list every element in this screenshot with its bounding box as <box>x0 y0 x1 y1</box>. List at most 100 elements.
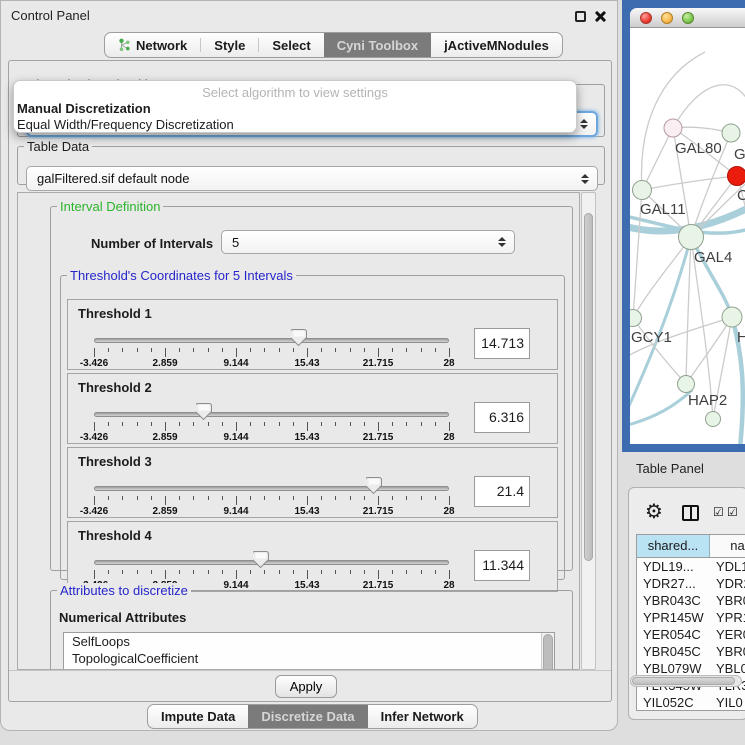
slider-scale-label: 15.43 <box>294 432 319 443</box>
threshold-slider-thumb[interactable] <box>291 329 307 346</box>
slider-tick <box>293 570 294 574</box>
float-window-icon[interactable] <box>575 11 586 22</box>
slider-tick <box>122 422 123 426</box>
tab-label: Infer Network <box>381 709 464 724</box>
slider-tick <box>222 422 223 426</box>
network-node-h[interactable] <box>722 307 742 327</box>
network-node-gal4[interactable] <box>679 225 704 250</box>
network-node-gcy1[interactable] <box>630 310 642 327</box>
table-rows: YDL19...YDL1YDR27...YDR2YBR043CYBR0YPR14… <box>637 558 745 710</box>
gear-icon[interactable]: ⚙ <box>645 501 663 521</box>
slider-tick <box>321 570 322 574</box>
network-window-titlebar[interactable] <box>630 8 745 28</box>
network-node-gal80[interactable] <box>664 119 682 137</box>
slider-scale-label: -3.426 <box>80 506 108 517</box>
tab-impute-data[interactable]: Impute Data <box>148 705 248 728</box>
network-node[interactable] <box>706 412 721 427</box>
threshold-slider-track[interactable] <box>94 412 449 417</box>
apply-button[interactable]: Apply <box>275 675 337 698</box>
column-header-name[interactable]: na <box>710 535 745 557</box>
table-row[interactable]: YPR145WYPR1 <box>637 609 745 626</box>
threshold-value-field[interactable]: 14.713 <box>474 328 530 359</box>
slider-tick <box>435 348 436 352</box>
number-of-intervals-select[interactable]: 5 <box>221 230 515 254</box>
network-canvas[interactable]: GAL80GACGAL11GAL4GCY1HHAP2 <box>630 28 745 444</box>
table-row[interactable]: YER054CYER0 <box>637 626 745 643</box>
threshold-panel-3: Threshold 3-3.4262.8599.14415.4321.71528… <box>67 447 558 518</box>
column-header-shared-name[interactable]: shared... <box>637 535 710 557</box>
list-scrollbar-thumb[interactable] <box>543 634 553 670</box>
slider-tick <box>264 348 265 352</box>
slider-tick <box>321 348 322 352</box>
threshold-slider-track[interactable] <box>94 560 449 565</box>
tab-style[interactable]: Style <box>201 33 258 57</box>
tab-select[interactable]: Select <box>259 33 323 57</box>
close-window-icon[interactable] <box>594 10 607 23</box>
attributes-group: Attributes to discretize Numerical Attri… <box>50 583 573 670</box>
algorithm-option-manual-discretization[interactable]: Manual Discretization <box>17 101 579 117</box>
threshold-value-field[interactable]: 21.4 <box>474 476 530 507</box>
checkbox-checked-icon[interactable]: ☑ <box>727 505 738 519</box>
thresholds-group-label: Threshold's Coordinates for 5 Intervals <box>67 268 296 283</box>
cell-shared-name: YPR145W <box>637 609 710 626</box>
cell-shared-name: YBR043C <box>637 592 710 609</box>
slider-tick <box>421 422 422 426</box>
tab-cyni-toolbox[interactable]: Cyni Toolbox <box>324 33 431 57</box>
slider-scale-label: 21.715 <box>363 506 394 517</box>
threshold-slider-track[interactable] <box>94 486 449 491</box>
tab-discretize-data[interactable]: Discretize Data <box>248 705 367 728</box>
column-layout-icon[interactable] <box>682 505 699 521</box>
tab-network[interactable]: Network <box>105 33 200 57</box>
network-node-ga[interactable] <box>722 124 740 142</box>
slider-tick <box>193 422 194 426</box>
slider-tick <box>122 348 123 352</box>
settings-scroll-area: Interval Definition Number of Intervals … <box>17 192 580 670</box>
table-row[interactable]: YDL19...YDL1 <box>637 558 745 575</box>
algorithm-option-equal-width-frequency-discretization[interactable]: Equal Width/Frequency Discretization <box>17 117 579 133</box>
table-data-select[interactable]: galFiltered.sif default node <box>26 166 598 191</box>
slider-tick <box>307 348 308 357</box>
threshold-slider-track[interactable] <box>94 338 449 343</box>
slider-tick <box>378 570 379 579</box>
table-horizontal-scrollbar[interactable] <box>630 675 742 687</box>
vertical-scrollbar[interactable] <box>581 192 596 670</box>
threshold-value-field[interactable]: 11.344 <box>474 550 530 581</box>
table-horizontal-scrollbar-thumb[interactable] <box>632 677 735 685</box>
tab-infer-network[interactable]: Infer Network <box>368 705 477 728</box>
network-node-c[interactable] <box>728 167 745 186</box>
checkbox-checked-icon[interactable]: ☑ <box>713 505 724 519</box>
node-label-gal80: GAL80 <box>675 140 722 157</box>
table-row[interactable]: YBR045CYBR0 <box>637 643 745 660</box>
slider-tick <box>122 570 123 574</box>
table-row[interactable]: YIL052CYIL0 <box>637 694 745 710</box>
zoom-traffic-light-icon[interactable] <box>682 12 694 24</box>
table-data-selected-value: galFiltered.sif default node <box>37 171 189 186</box>
slider-tick <box>137 570 138 574</box>
slider-tick <box>250 348 251 352</box>
threshold-value-field[interactable]: 6.316 <box>474 402 530 433</box>
slider-tick <box>421 570 422 574</box>
network-node-hap2[interactable] <box>678 376 695 393</box>
slider-tick <box>392 570 393 574</box>
threshold-slider-thumb[interactable] <box>253 551 269 568</box>
slider-tick <box>449 496 450 505</box>
table-row[interactable]: YBR043CYBR0 <box>637 592 745 609</box>
minimize-traffic-light-icon[interactable] <box>661 12 673 24</box>
threshold-slider-thumb[interactable] <box>366 477 382 494</box>
node-label-c: C <box>737 187 745 204</box>
threshold-slider-thumb[interactable] <box>196 403 212 420</box>
attribute-item[interactable]: SelfLoops <box>64 633 554 650</box>
list-scrollbar[interactable] <box>541 633 554 670</box>
table-row[interactable]: YDR27...YDR2 <box>637 575 745 592</box>
slider-tick <box>208 422 209 426</box>
combo-arrows-icon <box>580 119 588 129</box>
attribute-item[interactable]: TopologicalCoefficient <box>64 650 554 667</box>
slider-tick <box>279 348 280 352</box>
control-panel-tabs: NetworkStyleSelectCyni ToolboxjActiveMNo… <box>104 32 563 58</box>
network-node-gal11[interactable] <box>633 181 652 200</box>
tab-jactivemnodules[interactable]: jActiveMNodules <box>431 33 562 57</box>
slider-tick <box>250 496 251 500</box>
vertical-scrollbar-thumb[interactable] <box>584 213 593 561</box>
close-traffic-light-icon[interactable] <box>640 12 652 24</box>
numerical-attributes-list[interactable]: SelfLoopsTopologicalCoefficientBetweenne… <box>63 632 555 670</box>
